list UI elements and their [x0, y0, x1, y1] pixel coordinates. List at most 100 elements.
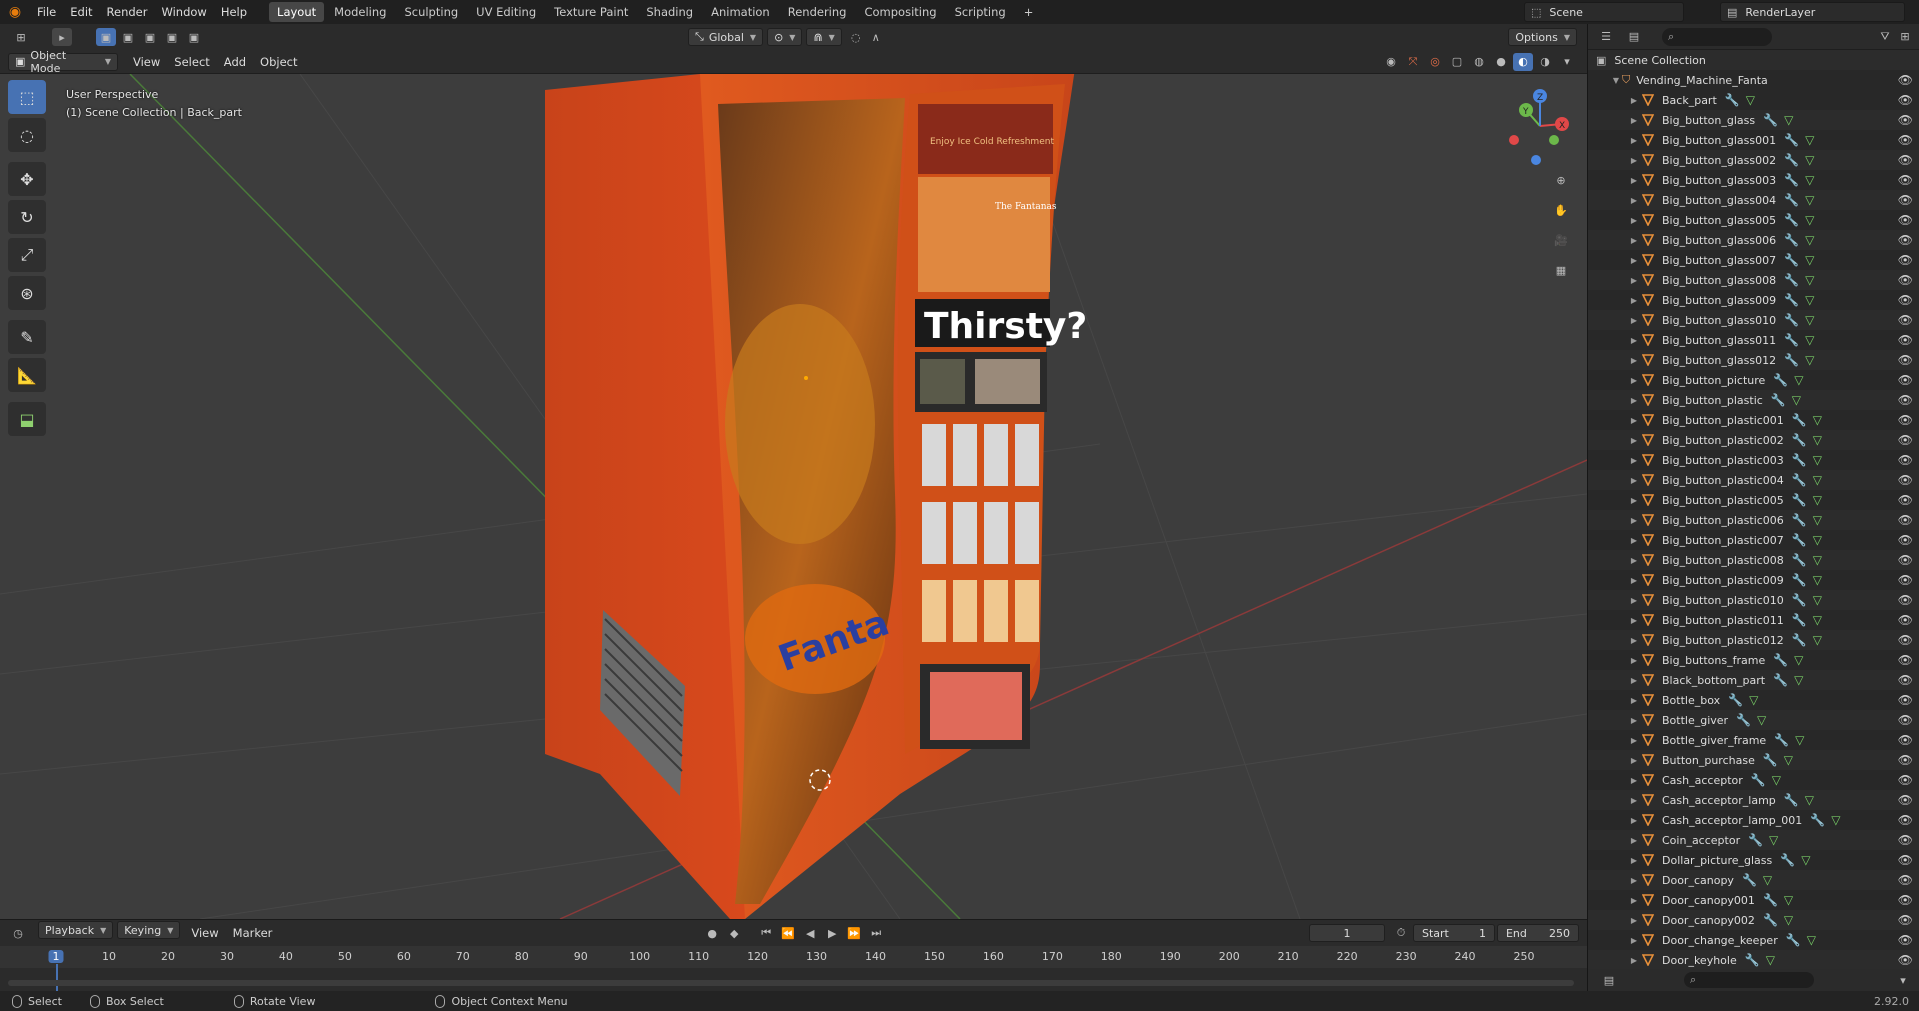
modifier-wrench-icon[interactable]: 🔧 [1751, 773, 1766, 787]
menu-window[interactable]: Window [154, 0, 213, 24]
outliner-item[interactable]: ▶ Big_button_plastic005 🔧 ▽ 👁 [1588, 490, 1919, 510]
mesh-data-icon[interactable]: ▽ [1763, 873, 1772, 887]
zoom-icon[interactable]: ⊕ [1549, 168, 1573, 192]
eye-icon[interactable]: 👁 [1898, 333, 1913, 347]
mesh-data-icon[interactable]: ▽ [1784, 753, 1793, 767]
modifier-wrench-icon[interactable]: 🔧 [1784, 193, 1799, 207]
neg-z-gizmo-icon[interactable] [1531, 155, 1541, 165]
selection-button[interactable] [1015, 424, 1039, 486]
expand-triangle-icon[interactable]: ▶ [1628, 876, 1640, 885]
outliner-item[interactable]: ▶ Big_button_glass005 🔧 ▽ 👁 [1588, 210, 1919, 230]
bottle-dispenser[interactable] [930, 672, 1022, 740]
coin-acceptor-slot[interactable] [975, 359, 1040, 404]
modifier-wrench-icon[interactable]: 🔧 [1792, 633, 1807, 647]
add-cube-tool-icon[interactable]: ⬓ [8, 402, 46, 436]
cursor-tool-icon[interactable]: ◌ [8, 118, 46, 152]
eye-icon[interactable]: 👁 [1898, 773, 1913, 787]
properties-editor-type-icon[interactable]: ▤ [1594, 971, 1624, 989]
outliner-item[interactable]: ▶ Cash_acceptor 🔧 ▽ 👁 [1588, 770, 1919, 790]
shading-options-icon[interactable]: ▾ [1557, 53, 1577, 71]
eye-icon[interactable]: 👁 [1898, 373, 1913, 387]
display-mode-icon[interactable]: ▤ [1620, 28, 1648, 46]
mesh-data-icon[interactable]: ▽ [1792, 393, 1801, 407]
mesh-data-icon[interactable]: ▽ [1813, 613, 1822, 627]
eye-icon[interactable]: 👁 [1898, 873, 1913, 887]
modifier-wrench-icon[interactable]: 🔧 [1784, 273, 1799, 287]
timeline-editor-type-icon[interactable]: ◷ [4, 924, 32, 942]
modifier-wrench-icon[interactable]: 🔧 [1792, 533, 1807, 547]
mesh-data-icon[interactable]: ▽ [1794, 673, 1803, 687]
eye-icon[interactable]: 👁 [1898, 313, 1913, 327]
select-box-tool-icon[interactable]: ⬚ [8, 80, 46, 114]
properties-search-input[interactable]: ⌕ [1684, 972, 1814, 988]
proportional-falloff-icon[interactable]: ∧ [866, 28, 886, 46]
outliner-item[interactable]: ▶ Big_button_glass004 🔧 ▽ 👁 [1588, 190, 1919, 210]
mesh-data-icon[interactable]: ▽ [1746, 93, 1755, 107]
expand-triangle-icon[interactable]: ▶ [1628, 376, 1640, 385]
eye-icon[interactable]: 👁 [1898, 173, 1913, 187]
neg-x-gizmo-icon[interactable] [1509, 135, 1519, 145]
eye-icon[interactable]: 👁 [1898, 713, 1913, 727]
expand-triangle-icon[interactable]: ▶ [1628, 176, 1640, 185]
outliner-item[interactable]: ▶ Big_button_glass008 🔧 ▽ 👁 [1588, 270, 1919, 290]
eye-icon[interactable]: 👁 [1898, 133, 1913, 147]
modifier-wrench-icon[interactable]: 🔧 [1784, 133, 1799, 147]
outliner-item[interactable]: ▶ Big_button_glass007 🔧 ▽ 👁 [1588, 250, 1919, 270]
mesh-data-icon[interactable]: ▽ [1805, 213, 1814, 227]
modifier-wrench-icon[interactable]: 🔧 [1792, 453, 1807, 467]
mesh-data-icon[interactable]: ▽ [1813, 573, 1822, 587]
outliner-item[interactable]: ▶ Door_canopy002 🔧 ▽ 👁 [1588, 910, 1919, 930]
modifier-wrench-icon[interactable]: 🔧 [1763, 753, 1778, 767]
tab-sculpting[interactable]: Sculpting [396, 2, 466, 22]
modifier-wrench-icon[interactable]: 🔧 [1728, 693, 1743, 707]
expand-triangle-icon[interactable]: ▶ [1628, 736, 1640, 745]
jump-start-icon[interactable]: ⏮ [756, 924, 776, 942]
mesh-data-icon[interactable]: ▽ [1805, 193, 1814, 207]
modifier-wrench-icon[interactable]: 🔧 [1792, 593, 1807, 607]
view-layer-selector[interactable]: ▤ RenderLayer [1720, 2, 1905, 22]
outliner-item[interactable]: ▶ Big_button_glass 🔧 ▽ 👁 [1588, 110, 1919, 130]
expand-triangle-icon[interactable]: ▼ [1610, 76, 1622, 85]
eye-icon[interactable]: 👁 [1898, 933, 1913, 947]
tab-scripting[interactable]: Scripting [947, 2, 1014, 22]
mesh-data-icon[interactable]: ▽ [1784, 113, 1793, 127]
viewport-menu-view[interactable]: View [126, 50, 167, 74]
modifier-wrench-icon[interactable]: 🔧 [1792, 413, 1807, 427]
expand-triangle-icon[interactable]: ▶ [1628, 696, 1640, 705]
modifier-wrench-icon[interactable]: 🔧 [1784, 173, 1799, 187]
mesh-data-icon[interactable]: ▽ [1813, 493, 1822, 507]
eye-icon[interactable]: 👁 [1898, 733, 1913, 747]
tab-modeling[interactable]: Modeling [326, 2, 394, 22]
start-frame-field[interactable]: Start 1 [1412, 924, 1495, 942]
outliner-search-input[interactable]: ⌕ [1662, 27, 1772, 46]
expand-triangle-icon[interactable]: ▶ [1628, 356, 1640, 365]
mesh-data-icon[interactable]: ▽ [1813, 413, 1822, 427]
outliner-item[interactable]: ▶ Button_purchase 🔧 ▽ 👁 [1588, 750, 1919, 770]
menu-edit[interactable]: Edit [63, 0, 99, 24]
expand-triangle-icon[interactable]: ▶ [1628, 456, 1640, 465]
modifier-wrench-icon[interactable]: 🔧 [1725, 93, 1740, 107]
expand-triangle-icon[interactable]: ▶ [1628, 396, 1640, 405]
expand-triangle-icon[interactable]: ▶ [1628, 556, 1640, 565]
navigation-gizmo[interactable]: X Y Z [1500, 88, 1580, 168]
timeline-menu-marker[interactable]: Marker [226, 921, 280, 945]
overlays-toggle-icon[interactable]: ◎ [1425, 53, 1445, 71]
select-mode-invert-icon[interactable]: ▣ [162, 28, 182, 46]
outliner-item[interactable]: ▶ Dollar_picture_glass 🔧 ▽ 👁 [1588, 850, 1919, 870]
tab-shading[interactable]: Shading [638, 2, 701, 22]
selection-button[interactable] [953, 424, 977, 486]
selection-button[interactable] [984, 580, 1008, 642]
viewport-menu-add[interactable]: Add [217, 50, 253, 74]
scene-collection-row[interactable]: ▣ Scene Collection [1588, 50, 1919, 70]
options-dropdown[interactable]: Options ▼ [1508, 28, 1577, 46]
selection-button[interactable] [953, 502, 977, 564]
expand-triangle-icon[interactable]: ▶ [1628, 796, 1640, 805]
eye-icon[interactable]: 👁 [1898, 413, 1913, 427]
expand-triangle-icon[interactable]: ▶ [1628, 776, 1640, 785]
modifier-wrench-icon[interactable]: 🔧 [1792, 513, 1807, 527]
modifier-wrench-icon[interactable]: 🔧 [1784, 153, 1799, 167]
eye-icon[interactable]: 👁 [1898, 893, 1913, 907]
eye-icon[interactable]: 👁 [1898, 493, 1913, 507]
eye-icon[interactable]: 👁 [1898, 213, 1913, 227]
pan-hand-icon[interactable]: ✋ [1549, 198, 1573, 222]
